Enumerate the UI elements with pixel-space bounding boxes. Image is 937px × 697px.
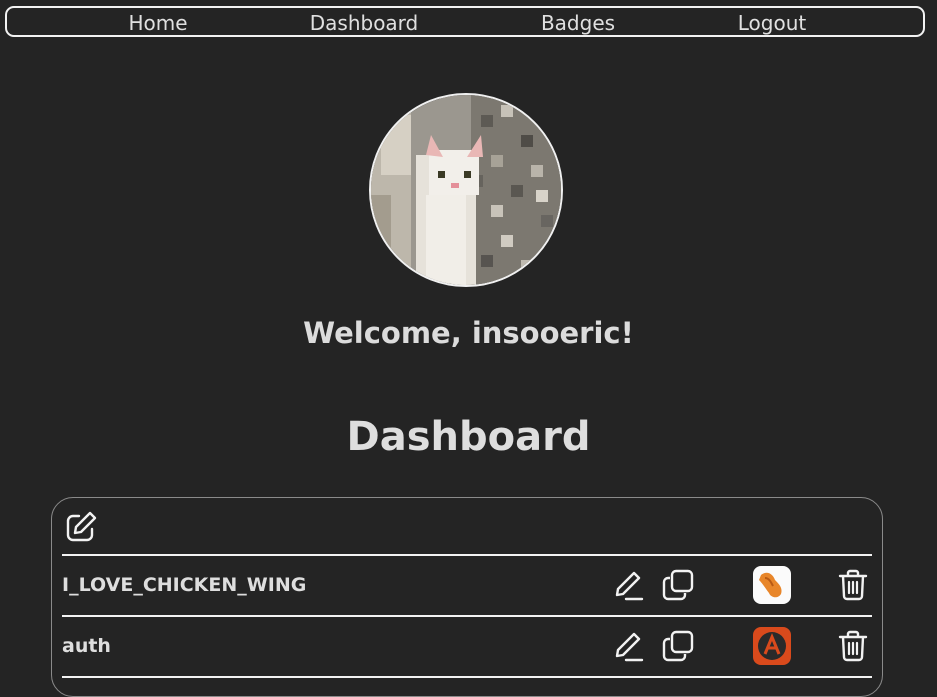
item-name: I_LOVE_CHICKEN_WING	[62, 574, 307, 596]
nav-home-link[interactable]: Home	[128, 11, 187, 35]
profile-avatar	[369, 93, 563, 287]
new-item-icon[interactable]	[64, 510, 98, 544]
copy-icon[interactable]	[661, 568, 695, 602]
chicken-wing-icon[interactable]	[753, 566, 791, 604]
dashboard-panel: I_LOVE_CHICKEN_WING auth	[51, 497, 883, 697]
cat-photo	[371, 95, 561, 285]
nav-dashboard-link[interactable]: Dashboard	[310, 11, 419, 35]
panel-header	[62, 498, 872, 556]
top-navbar: Home Dashboard Badges Logout	[5, 6, 925, 37]
list-item: I_LOVE_CHICKEN_WING	[62, 556, 872, 617]
emblem-a-icon[interactable]	[753, 627, 791, 665]
nav-logout-link[interactable]: Logout	[738, 11, 806, 35]
welcome-message: Welcome, insooeric!	[303, 316, 634, 350]
copy-icon[interactable]	[661, 629, 695, 663]
edit-pencil-icon[interactable]	[610, 568, 644, 602]
page-title: Dashboard	[346, 414, 591, 460]
nav-badges-link[interactable]: Badges	[541, 11, 615, 35]
item-name: auth	[62, 635, 111, 657]
edit-pencil-icon[interactable]	[610, 629, 644, 663]
trash-icon[interactable]	[836, 568, 870, 602]
trash-icon[interactable]	[836, 629, 870, 663]
